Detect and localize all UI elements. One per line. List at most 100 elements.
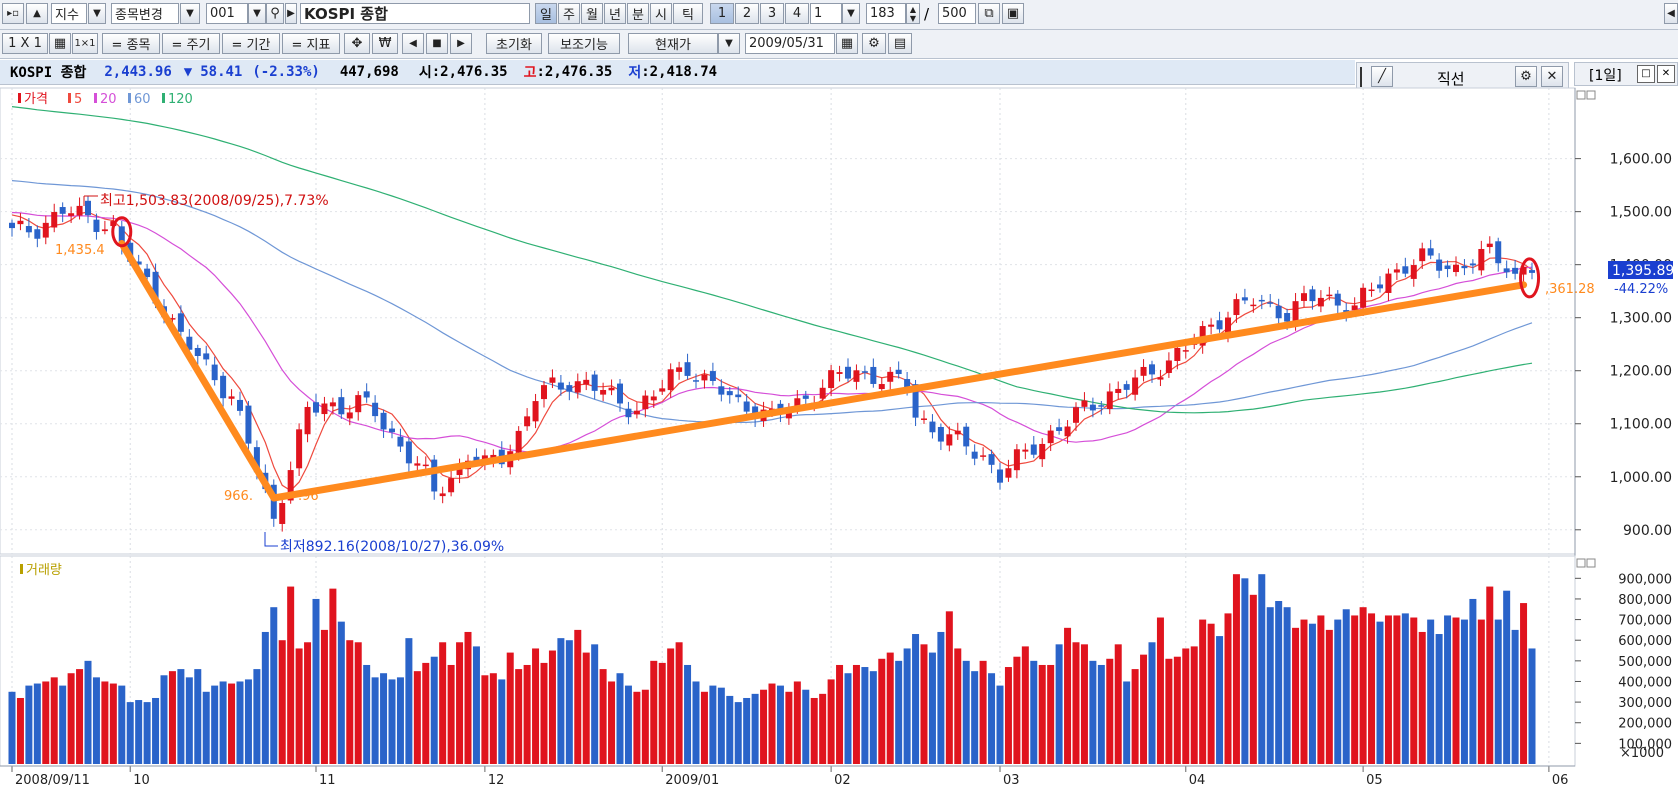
- volume-bar: [152, 697, 160, 764]
- period-minute-button[interactable]: 분: [627, 3, 649, 24]
- stop-icon: ■: [432, 38, 442, 49]
- candle-body: [659, 388, 666, 392]
- price-type-select[interactable]: 현재가: [628, 33, 718, 54]
- volume-bar: [33, 683, 41, 764]
- aux-function-button[interactable]: 보조기능: [548, 33, 620, 54]
- price-close-icon: [1586, 90, 1596, 100]
- line-tool-button[interactable]: ╱: [1371, 66, 1393, 87]
- search-button[interactable]: ⚲: [266, 3, 284, 24]
- number-1-button[interactable]: 1: [710, 3, 734, 24]
- max-count-input[interactable]: 500: [938, 3, 976, 24]
- grid-layout-button[interactable]: 1 X 1: [2, 33, 48, 54]
- tab-cycle[interactable]: = 주기: [162, 33, 220, 54]
- stock-dropdown-button[interactable]: ▼: [180, 3, 200, 24]
- volume-bar: [380, 673, 388, 764]
- volume-bar: [658, 662, 666, 764]
- period-week-button[interactable]: 주: [558, 3, 580, 24]
- interval-input[interactable]: 1: [810, 3, 842, 24]
- candle-body: [878, 384, 885, 390]
- candle-body: [1115, 388, 1122, 393]
- reset-button[interactable]: 초기화: [486, 33, 542, 54]
- export-button[interactable]: ▤: [888, 33, 912, 54]
- candle-body: [363, 391, 370, 398]
- period-month-button[interactable]: 월: [581, 3, 603, 24]
- candle-body: [1427, 248, 1434, 256]
- stop-button[interactable]: ■: [426, 33, 448, 54]
- tab-stock[interactable]: = 종목: [102, 33, 160, 54]
- single-view-button[interactable]: 1×1: [72, 33, 98, 54]
- volume-bar: [346, 640, 354, 764]
- toolbar-top: ▸▫ ▲ 지수 ▼ 종목변경 ▼ 001 ▼ ⚲ ▶ KOSPI 종합 일 주 …: [0, 0, 1678, 30]
- market-dropdown-button[interactable]: ▼: [88, 3, 106, 24]
- volume-bar: [1477, 619, 1485, 764]
- volume-bar: [219, 681, 227, 764]
- panel-collapse-button[interactable]: ◀: [1664, 3, 1678, 24]
- volume-bar: [126, 702, 134, 764]
- volume-bar: [244, 679, 252, 764]
- candle-body: [355, 395, 362, 413]
- calendar-button[interactable]: ▦: [836, 33, 858, 54]
- volume-bar: [937, 631, 945, 764]
- candle-body: [532, 401, 539, 422]
- period-day-button[interactable]: 일: [535, 3, 557, 24]
- volume-bar: [1140, 654, 1148, 764]
- candle-body: [921, 418, 927, 420]
- volume-bar: [430, 656, 438, 764]
- date-input[interactable]: 2009/05/31: [745, 33, 835, 54]
- candle-body: [380, 412, 387, 430]
- move-button[interactable]: ✥: [344, 33, 370, 54]
- period-hour-button[interactable]: 시: [650, 3, 672, 24]
- tab-indicator[interactable]: = 지표: [282, 33, 340, 54]
- period-year-button[interactable]: 년: [604, 3, 626, 24]
- save-button[interactable]: ▣: [1002, 3, 1024, 24]
- volume-bar: [329, 588, 337, 764]
- line-tool-settings-button[interactable]: ⚙: [1515, 66, 1537, 87]
- trend-end-label: ,361.28: [1545, 282, 1595, 297]
- won-button[interactable]: ₩: [372, 33, 398, 54]
- volume-bar: [1401, 613, 1409, 764]
- scroll-left-button[interactable]: ◀: [402, 33, 424, 54]
- volume-bar: [1520, 603, 1528, 764]
- tab-period[interactable]: = 기간: [222, 33, 280, 54]
- volume-bar: [489, 673, 497, 764]
- volume-y-tick-label: 300,000: [1618, 696, 1672, 711]
- line-tool-close-button[interactable]: ✕: [1541, 66, 1563, 87]
- count-stepper[interactable]: ▲ ▼: [906, 3, 920, 24]
- change-stock-button[interactable]: 종목변경: [111, 3, 179, 24]
- candle-body: [481, 455, 488, 463]
- scroll-right-button[interactable]: ▶: [450, 33, 472, 54]
- volume-bar: [928, 652, 936, 764]
- code-dropdown-button[interactable]: ▼: [248, 3, 266, 24]
- number-4-button[interactable]: 4: [785, 3, 809, 24]
- code-input[interactable]: 001: [206, 3, 248, 24]
- volume-bar: [971, 671, 979, 764]
- layout-toggle-button[interactable]: ▸▫: [2, 3, 24, 24]
- volume-bar: [557, 638, 565, 764]
- number-2-button[interactable]: 2: [735, 3, 759, 24]
- volume-bar: [481, 675, 489, 764]
- chart-canvas[interactable]: 900.00 1,000.00 1,100.00 1,200.00 1,300.00 1,…: [0, 0, 1678, 788]
- volume-bar: [1452, 617, 1460, 764]
- candle-body: [1478, 248, 1485, 271]
- volume-bar: [135, 700, 143, 764]
- number-3-button[interactable]: 3: [760, 3, 784, 24]
- period-tick-button[interactable]: 틱: [673, 3, 703, 24]
- candle-body: [1453, 264, 1459, 273]
- volume-bar: [405, 638, 413, 764]
- maximize-button[interactable]: □: [1637, 65, 1655, 83]
- collapse-button[interactable]: ▲: [26, 3, 48, 24]
- grid-table-button[interactable]: ▦: [49, 33, 71, 54]
- candle-body: [1039, 443, 1046, 460]
- market-select[interactable]: 지수: [51, 3, 87, 24]
- candle-body: [1157, 377, 1164, 380]
- interval-dropdown-button[interactable]: ▼: [842, 3, 860, 24]
- candle-body: [1165, 360, 1172, 373]
- count-input[interactable]: 183: [866, 3, 906, 24]
- add-window-button[interactable]: ⧉: [978, 3, 1000, 24]
- price-type-dropdown-button[interactable]: ▼: [718, 33, 740, 54]
- window-close-button[interactable]: ✕: [1657, 65, 1675, 83]
- x-tick-label: 2009/01: [665, 773, 719, 788]
- info-change-arrow: ▼: [183, 64, 193, 80]
- settings-button[interactable]: ⚙: [862, 33, 886, 54]
- next-stock-button[interactable]: ▶: [285, 3, 297, 24]
